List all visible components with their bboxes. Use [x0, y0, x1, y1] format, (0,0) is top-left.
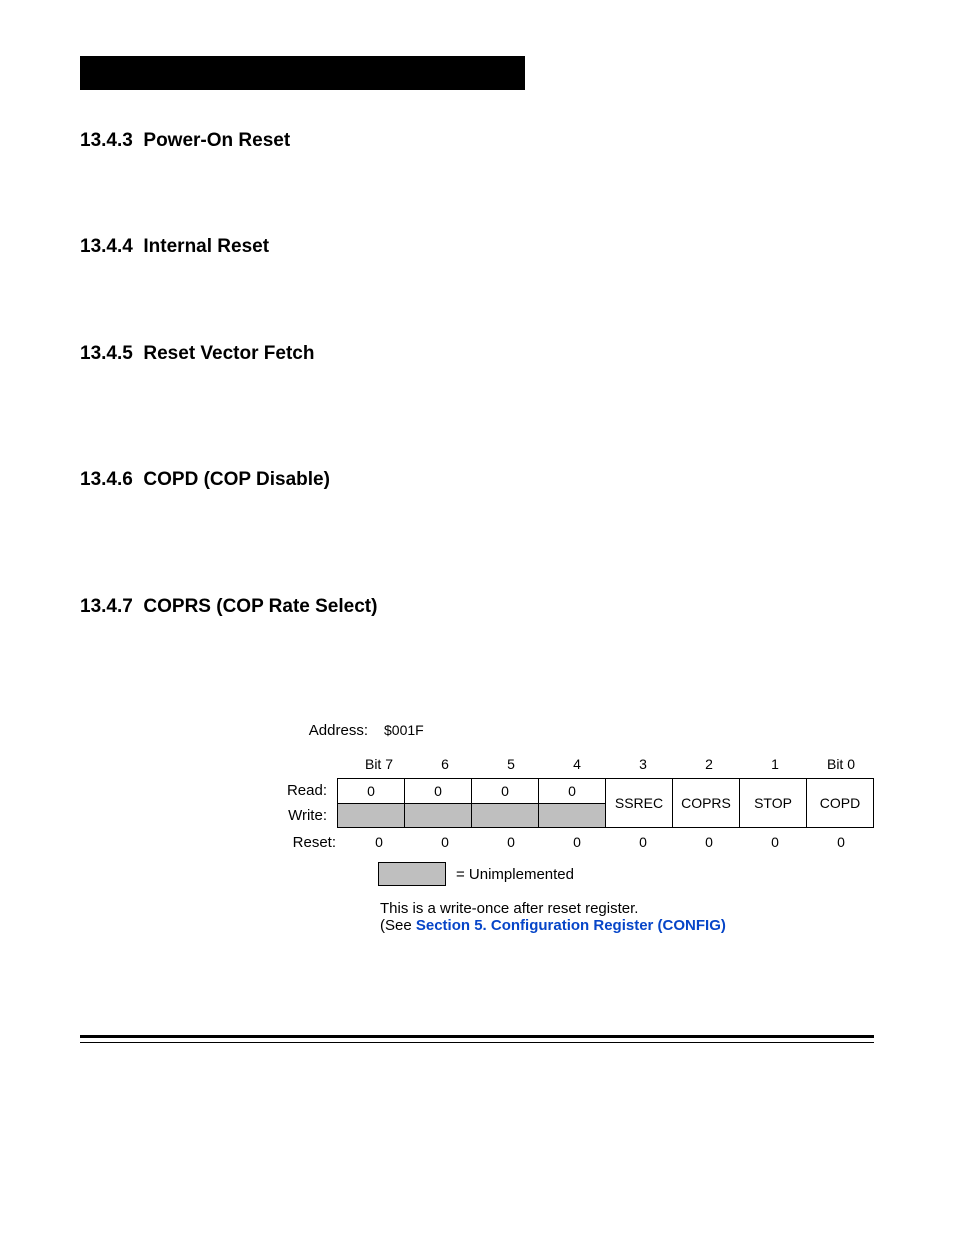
address-label: Address:	[280, 722, 378, 739]
copd-name: COPD	[820, 779, 860, 827]
copd-cell: COPD	[806, 778, 874, 828]
legend-row: = Unimplemented	[280, 862, 874, 886]
section-13-4-5-heading: 13.4.5 Reset Vector Fetch	[80, 343, 874, 365]
write-label: Write:	[280, 803, 327, 828]
stop-name: STOP	[754, 779, 792, 827]
heading-title: Reset Vector Fetch	[143, 343, 314, 364]
heading-num: 13.4.5	[80, 343, 133, 364]
note-prefix: (See	[380, 917, 416, 934]
bit-cells-row: 0 0 0 0 SSREC CO	[337, 778, 874, 828]
heading-num: 13.4.7	[80, 596, 133, 617]
footer-rev: MC68HC908JL8 • MC68HC08JL8 • MC68HC908KL…	[477, 1055, 874, 1070]
heading-title: Internal Reset	[143, 236, 269, 257]
heading-num: 13.4.6	[80, 469, 133, 490]
reset-val: 0	[412, 828, 478, 856]
bit7-cell: 0	[337, 778, 404, 828]
heading-num: 13.4.4	[80, 236, 133, 257]
reset-val: 0	[478, 828, 544, 856]
bit-header: Bit 7	[346, 750, 412, 778]
footer-row-1: Data Sheet MC68HC908JL8 • MC68HC08JL8 • …	[80, 1055, 874, 1070]
bit5-write-unimpl	[472, 804, 538, 828]
bit6-write-unimpl	[405, 804, 471, 828]
stop-cell: STOP	[739, 778, 806, 828]
heading-title: COPD (COP Disable)	[143, 469, 330, 490]
address-value: $001F	[378, 716, 450, 744]
bit-header: 6	[412, 750, 478, 778]
footer-doc: Data Sheet	[80, 1055, 477, 1070]
bit-header: 1	[742, 750, 808, 778]
section-13-4-3-heading: 13.4.3 Power-On Reset	[80, 130, 874, 152]
bit-header: 3	[610, 750, 676, 778]
section-13-4-6-heading: 13.4.6 COPD (COP Disable)	[80, 469, 874, 491]
bit4-cell: 0	[538, 778, 605, 828]
legend-text: = Unimplemented	[446, 866, 574, 883]
bit7-write-unimpl	[338, 804, 404, 828]
reset-val: 0	[742, 828, 808, 856]
footer-rule	[80, 1035, 874, 1043]
section-13-4-4-heading: 13.4.4 Internal Reset	[80, 236, 874, 258]
section-13-4-3-body: The power-on reset (POR) circuit in the …	[80, 170, 874, 190]
footer-row-2: 154 Freescale Semiconductor	[80, 1076, 874, 1091]
reset-val: 0	[610, 828, 676, 856]
config-register-figure: Address: $001F Bit 7 6 5 4 3 2 1 Bit 0 R…	[280, 716, 874, 975]
bit-header-row: Bit 7 6 5 4 3 2 1 Bit 0	[346, 750, 874, 778]
bit-header: Bit 0	[808, 750, 874, 778]
bit-header: 4	[544, 750, 610, 778]
bit5-read: 0	[472, 779, 538, 804]
coprs-name: COPRS	[681, 779, 731, 827]
coprs-cell: COPRS	[672, 778, 739, 828]
reset-label: Reset:	[280, 834, 346, 851]
header-black-bar	[80, 56, 525, 90]
footer-pub: Freescale Semiconductor	[477, 1076, 874, 1091]
reset-val: 0	[544, 828, 610, 856]
section-13-4-7-heading: 13.4.7 COPRS (COP Rate Select)	[80, 596, 874, 618]
reset-row: 0 0 0 0 0 0 0 0	[346, 828, 874, 856]
section-13-4-5-body: A reset vector fetch occurs when the vec…	[80, 383, 874, 424]
heading-num: 13.4.3	[80, 130, 133, 151]
bit4-read: 0	[539, 779, 605, 804]
section-13-4-4-body: An internal reset clears the COP counter…	[80, 276, 874, 296]
heading-title: COPRS (COP Rate Select)	[143, 596, 377, 617]
bit7-read: 0	[338, 779, 404, 804]
figure-caption: Figure 13-2. Configuration Register (CON…	[280, 958, 874, 975]
bit5-cell: 0	[471, 778, 538, 828]
reset-val: 0	[676, 828, 742, 856]
note-see-section: (See Section 5. Configuration Register (…	[380, 917, 874, 934]
heading-title: Power-On Reset	[143, 130, 290, 151]
ssrec-name: SSREC	[615, 779, 663, 827]
footer-page: 154	[80, 1076, 477, 1091]
reset-val: 0	[808, 828, 874, 856]
section-13-4-7-body: The COPRS signal reflects the state of t…	[80, 636, 874, 677]
bit6-read: 0	[405, 779, 471, 804]
note-write-once: This is a write-once after reset registe…	[380, 900, 874, 917]
bit4-write-unimpl	[539, 804, 605, 828]
read-label: Read:	[280, 778, 327, 803]
bit6-cell: 0	[404, 778, 471, 828]
reset-val: 0	[346, 828, 412, 856]
section-13-4-6-body: The COPD signal reflects the state of th…	[80, 509, 874, 550]
bit-header: 2	[676, 750, 742, 778]
ssrec-cell: SSREC	[605, 778, 672, 828]
bit-header: 5	[478, 750, 544, 778]
unimplemented-swatch	[378, 862, 446, 886]
config-section-link[interactable]: Section 5. Configuration Register (CONFI…	[416, 917, 726, 934]
